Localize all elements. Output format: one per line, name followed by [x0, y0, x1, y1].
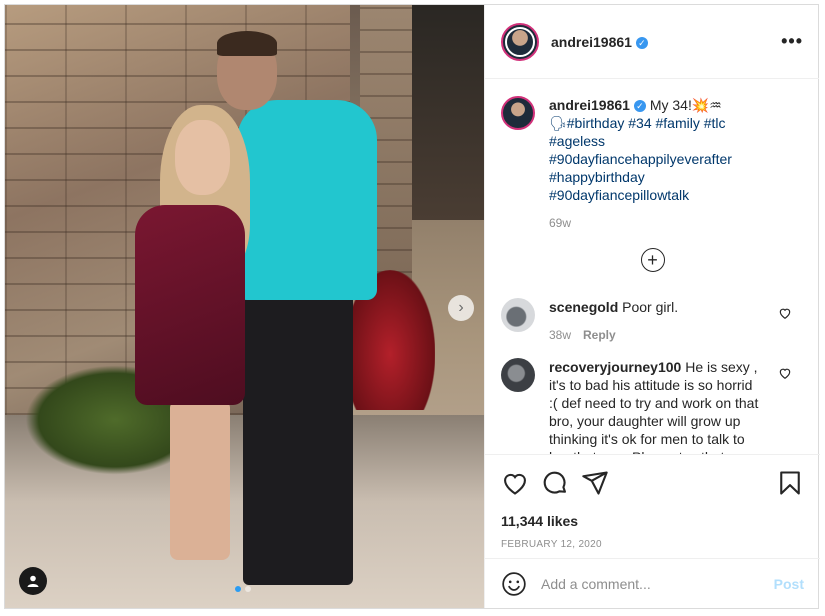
man-figure-shirt [237, 100, 377, 300]
post-comment-button[interactable]: Post [774, 576, 804, 592]
comment-body: recoveryjourney100 He is sexy , it's to … [549, 358, 759, 454]
emoji-icon[interactable] [501, 571, 527, 597]
share-icon[interactable] [581, 469, 609, 497]
caption: andrei19861 ✓ My 34!💥♒ 🗣#birthday #34 #fa… [501, 96, 804, 232]
user-tag-button[interactable] [19, 567, 47, 595]
load-more-comments-button[interactable]: + [640, 248, 665, 272]
man-figure-legs [243, 295, 353, 585]
comment-username[interactable]: scenegold [549, 299, 618, 315]
add-comment-input[interactable] [541, 575, 774, 592]
woman-figure-legs [170, 400, 230, 560]
carousel-dot [245, 586, 251, 592]
post-photo[interactable]: › [5, 5, 484, 608]
carousel-next-button[interactable]: › [448, 295, 474, 321]
chevron-right-icon: › [458, 299, 464, 316]
carousel-dot-active [235, 586, 241, 592]
more-options-button[interactable]: ••• [781, 31, 803, 52]
post-date[interactable]: FEBRUARY 12, 2020 [501, 539, 804, 550]
caption-body: andrei19861 ✓ My 34!💥♒ 🗣#birthday #34 #fa… [549, 96, 759, 232]
header-username-text[interactable]: andrei19861 [551, 34, 632, 50]
comment-icon[interactable] [541, 469, 569, 497]
restaurant-window [412, 5, 484, 220]
comment-text: Poor girl. [622, 299, 679, 315]
comment-like-heart-icon[interactable] [778, 306, 792, 320]
comment-like-heart-icon[interactable] [778, 366, 792, 380]
likes-count[interactable]: 11,344 likes [501, 513, 804, 529]
caption-text: My 34!💥♒ [649, 97, 722, 113]
comment-username[interactable]: recoveryjourney100 [549, 359, 681, 375]
woman-figure-head [175, 120, 230, 195]
carousel-dots [235, 586, 251, 592]
comment-avatar[interactable] [501, 358, 535, 392]
post-header: andrei19861 ✓ ••• [485, 5, 819, 79]
comment-item: scenegold Poor girl. 38w Reply [501, 298, 804, 344]
woman-figure-dress [135, 205, 245, 405]
header-username[interactable]: andrei19861 ✓ [551, 34, 648, 50]
post-sidebar: andrei19861 ✓ ••• andrei19861 ✓ My 34!💥♒ 🗣… [484, 5, 820, 608]
load-more-wrap: + [501, 248, 804, 272]
comments-section[interactable]: andrei19861 ✓ My 34!💥♒ 🗣#birthday #34 #fa… [485, 80, 820, 454]
instagram-post: › andrei19861 ✓ ••• andrei19861 ✓ My 34!… [4, 4, 820, 609]
reply-button[interactable]: Reply [583, 328, 616, 342]
caption-hashtags[interactable]: 🗣#birthday #34 #family #tlc #ageless #90… [549, 114, 759, 204]
caption-avatar[interactable] [501, 96, 535, 130]
caption-time[interactable]: 69w [549, 216, 571, 230]
comment-time[interactable]: 38w [549, 328, 571, 342]
user-tag-icon [27, 575, 39, 587]
bookmark-icon[interactable] [776, 469, 804, 497]
verified-badge-icon: ✓ [635, 36, 648, 49]
avatar[interactable] [501, 22, 539, 61]
add-comment-bar: Post [485, 558, 820, 608]
comment-body: scenegold Poor girl. 38w Reply [549, 298, 759, 344]
comment-meta: 38w Reply [549, 326, 759, 344]
heart-icon[interactable] [501, 469, 529, 497]
action-icons [501, 467, 804, 499]
comment-avatar[interactable] [501, 298, 535, 332]
caption-username[interactable]: andrei19861 [549, 97, 630, 113]
comment-item: recoveryjourney100 He is sexy , it's to … [501, 358, 804, 454]
caption-meta: 69w [549, 214, 759, 232]
man-figure-hair [217, 31, 277, 56]
post-actions: 11,344 likes FEBRUARY 12, 2020 [485, 454, 820, 558]
verified-badge-icon: ✓ [633, 100, 646, 112]
